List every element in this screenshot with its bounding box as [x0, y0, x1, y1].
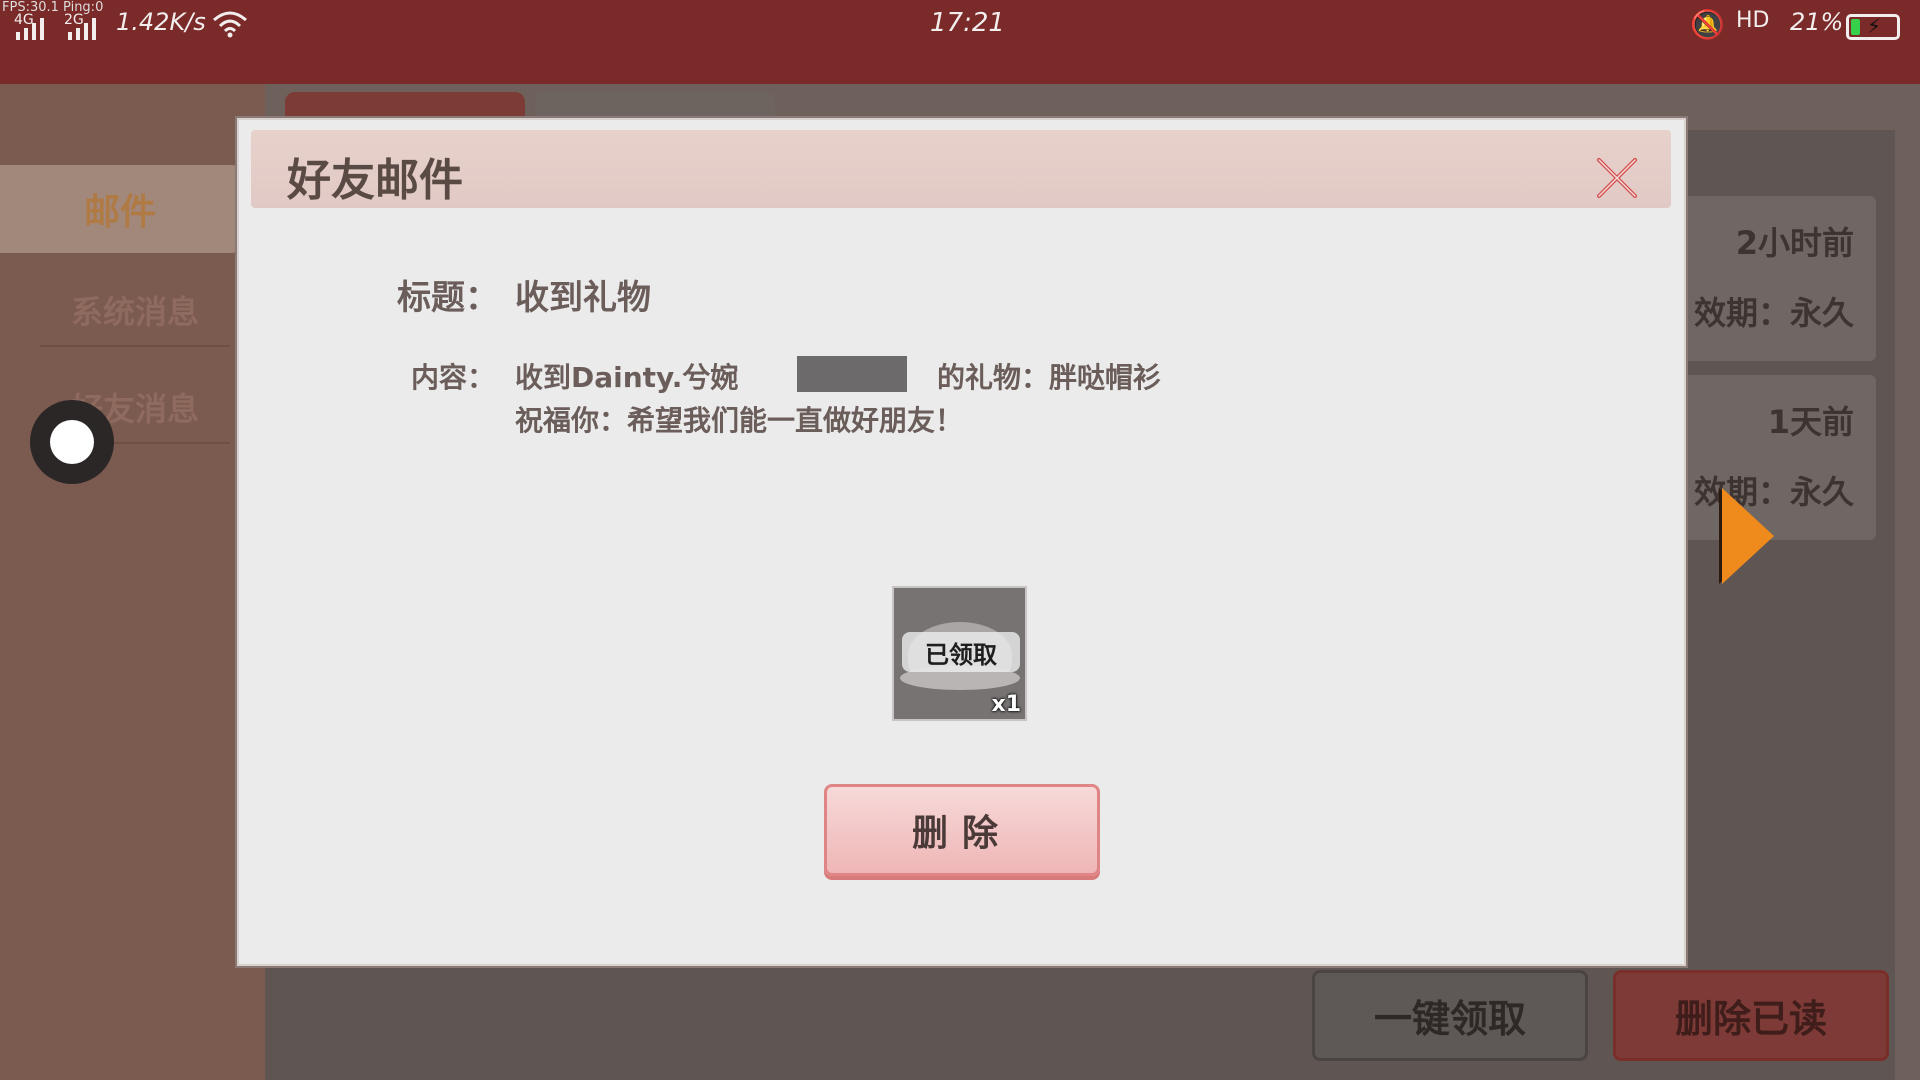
delete-read-button[interactable]: 删除已读	[1613, 970, 1889, 1061]
next-arrow-icon[interactable]	[1722, 488, 1774, 584]
redacted-name-block	[797, 356, 907, 392]
dialog-header: 好友邮件	[251, 130, 1671, 208]
claimed-badge: 已领取	[902, 632, 1020, 672]
content-line-suffix: 的礼物：胖哒帽衫	[937, 361, 1162, 394]
clock: 17:21	[930, 8, 1005, 38]
mail-card-time: 2小时前	[1735, 224, 1854, 262]
hd-call-icon: HD	[1736, 8, 1770, 33]
claim-all-button[interactable]: 一键领取	[1312, 970, 1588, 1061]
battery-fill	[1851, 19, 1860, 35]
close-icon[interactable]	[1593, 154, 1641, 202]
battery-icon: ⚡	[1846, 14, 1900, 40]
mail-card-validity: 效期：永久	[1693, 294, 1854, 332]
battery-percent: 21%	[1790, 8, 1844, 36]
dialog-title: 好友邮件	[287, 155, 463, 206]
mail-card-time: 1天前	[1767, 403, 1854, 441]
gift-item-slot[interactable]: 已领取 x1	[892, 586, 1027, 721]
delete-button[interactable]: 删除	[824, 784, 1100, 876]
network-speed: 1.42K/s	[116, 8, 206, 36]
sidebar-tab-mail[interactable]: 邮件	[0, 165, 240, 253]
content-line-prefix: 收到Dainty.兮婉	[515, 361, 739, 394]
signal-icon	[68, 18, 96, 40]
status-bar: FPS:30.1 Ping:0 4G 2G 1.42K/s 17:21 🔕 HD…	[0, 0, 1920, 52]
floating-joystick[interactable]	[30, 400, 114, 484]
bell-muted-icon: 🔕	[1690, 8, 1725, 41]
content-label: 内容：	[411, 361, 496, 394]
signal-icon	[16, 18, 44, 40]
item-quantity: x1	[991, 692, 1022, 717]
wifi-icon	[213, 11, 247, 38]
sidebar-item-system[interactable]: 系统消息	[40, 275, 230, 347]
charging-bolt-icon: ⚡	[1867, 14, 1882, 38]
content-line-blessing: 祝福你：希望我们能一直做好朋友！	[515, 404, 964, 437]
subject-value: 收到礼物	[515, 278, 651, 318]
mail-card[interactable]: 2小时前 效期：永久	[1668, 196, 1876, 361]
friend-mail-dialog: 好友邮件 标题： 收到礼物 内容： 收到Dainty.兮婉 的礼物：胖哒帽衫 祝…	[237, 118, 1686, 966]
joystick-knob[interactable]	[50, 420, 94, 464]
subject-label: 标题：	[397, 278, 499, 318]
